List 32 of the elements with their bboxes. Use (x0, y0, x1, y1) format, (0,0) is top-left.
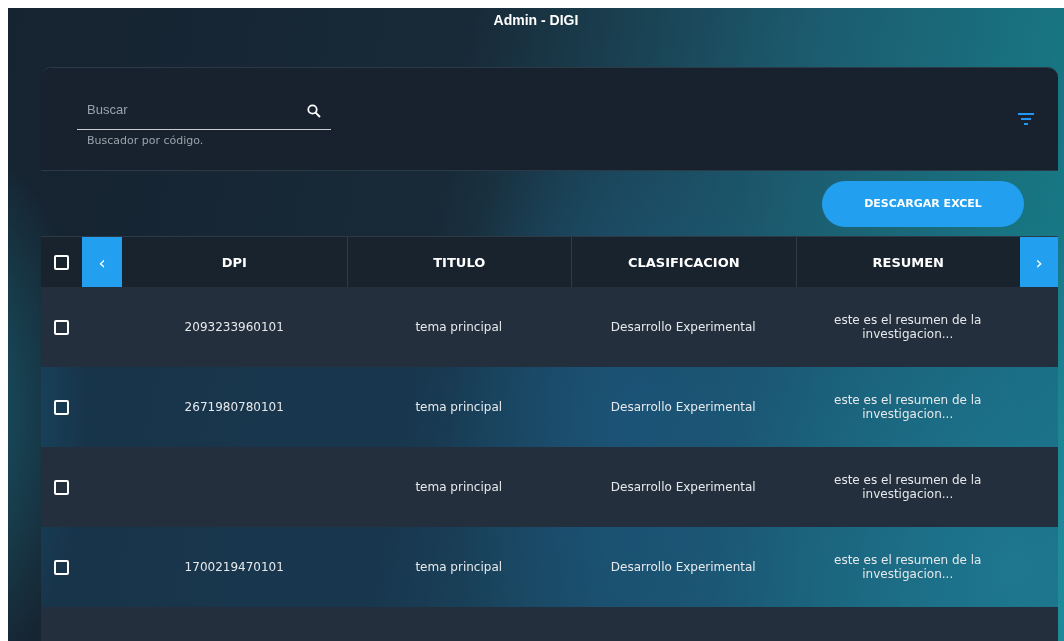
classification-cell: Desarrollo Experimental (610, 560, 756, 574)
search-hint: Buscador por código. (86, 133, 205, 147)
title-cell: tema principal (415, 480, 503, 494)
summary-cell-text: este es el resumen de la investigacion... (833, 553, 983, 581)
classification-cell: Desarrollo Experimental (610, 400, 756, 414)
summary-cell-text: este es el resumen de la investigacion... (833, 313, 983, 341)
search-field[interactable]: Buscar (77, 95, 331, 130)
download-excel-button[interactable]: DESCARGAR EXCEL (822, 180, 1024, 227)
select-all-checkbox[interactable] (54, 254, 69, 270)
summary-cell-text: este es el resumen de la investigacion... (833, 393, 983, 421)
column-header: DPI (221, 254, 247, 270)
column-header: CLASIFICACION (627, 254, 740, 270)
title-cell: tema principal (415, 320, 503, 334)
column-header: RESUMEN (872, 254, 944, 270)
row-checkbox[interactable] (54, 319, 69, 335)
row-checkbox[interactable] (54, 479, 69, 495)
title-cell: tema principal (415, 560, 503, 574)
dpi-cell: 2093233960101 (184, 320, 284, 334)
title-cell: tema principal (415, 400, 503, 414)
classification-cell: Desarrollo Experimental (610, 480, 756, 494)
summary-cell-text: este es el resumen de la investigacion... (833, 473, 983, 501)
search-icon (307, 103, 321, 118)
dpi-cell: 2671980780101 (184, 400, 284, 414)
filter-icon[interactable] (1018, 113, 1034, 125)
row-checkbox[interactable] (54, 559, 69, 575)
row-checkbox[interactable] (54, 399, 69, 415)
column-header: TITULO (433, 254, 486, 270)
classification-cell: Desarrollo Experimental (610, 320, 756, 334)
window-title: Admin - DIGI (493, 11, 579, 30)
previous-page-button[interactable]: ‹ (82, 237, 122, 287)
dpi-cell: 1700219470101 (184, 560, 284, 574)
next-page-button[interactable]: › (1020, 237, 1058, 287)
